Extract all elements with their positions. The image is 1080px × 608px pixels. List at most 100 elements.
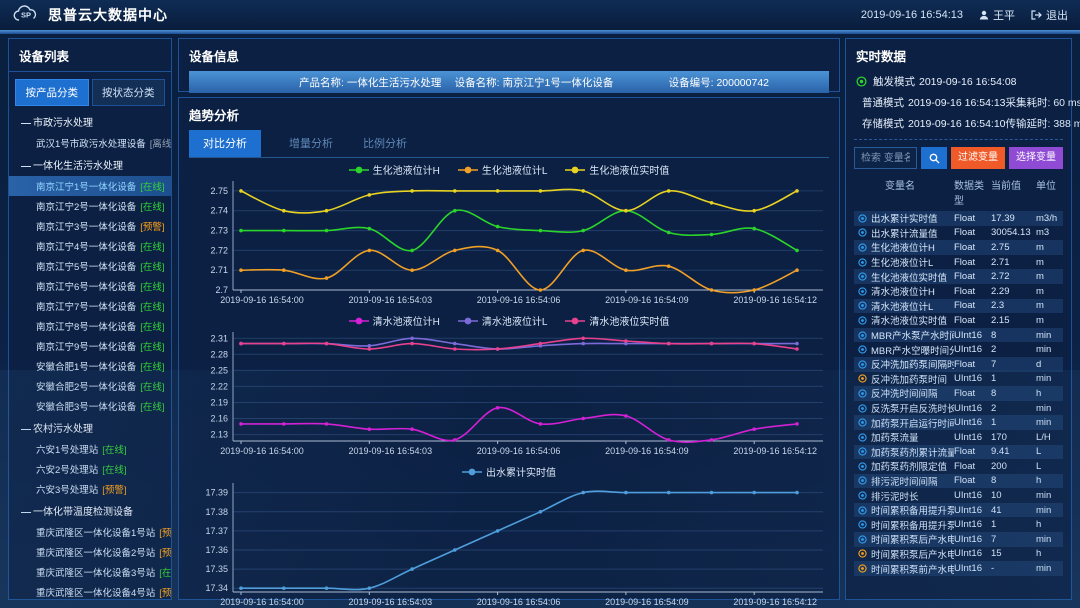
variable-type: UInt16 — [954, 330, 991, 341]
variable-name: 反冲洗加药泵时间 — [871, 372, 954, 386]
search-input[interactable] — [854, 147, 917, 169]
variable-unit: m — [1036, 315, 1063, 326]
device-group[interactable]: —农村污水处理 — [9, 416, 171, 439]
table-row[interactable]: 反洗泵开启反洗时长UInt162min — [854, 401, 1063, 416]
variable-unit: min — [1036, 534, 1063, 545]
device-item[interactable]: 安徽合肥3号一体化设备[在线] — [9, 396, 171, 416]
table-row[interactable]: 反冲洗加药泵间隔时间Float7d — [854, 357, 1063, 372]
filter-variables-button[interactable]: 过滤变量 — [951, 147, 1005, 169]
table-row[interactable]: 出水累计实时值Float17.39m3/h — [854, 211, 1063, 226]
device-item[interactable]: 南京江宁9号一体化设备[在线] — [9, 336, 171, 356]
table-row[interactable]: 反冲洗时间间隔Float8h — [854, 386, 1063, 401]
table-row[interactable]: MBR产水空曝时间分UInt162min — [854, 342, 1063, 357]
legend-marker-icon — [565, 166, 585, 174]
table-row[interactable]: 时间累积泵前产水电动阀分UInt16-min — [854, 561, 1063, 576]
device-item[interactable]: 南京江宁7号一体化设备[在线] — [9, 296, 171, 316]
device-item[interactable]: 六安1号处理站[在线] — [9, 439, 171, 459]
status-badge: [预警] — [102, 485, 126, 496]
device-item[interactable]: 南京江宁6号一体化设备[在线] — [9, 276, 171, 296]
device-item[interactable]: 六安2号处理站[在线] — [9, 459, 171, 479]
device-label: 南京江宁7号一体化设备 — [36, 302, 136, 313]
device-item[interactable]: 南京江宁8号一体化设备[在线] — [9, 316, 171, 336]
table-row[interactable]: 时间累积备用提升泵时UInt161h — [854, 517, 1063, 532]
search-button[interactable] — [921, 147, 947, 169]
svg-text:2.71: 2.71 — [210, 265, 228, 275]
device-item[interactable]: 安徽合肥2号一体化设备[在线] — [9, 376, 171, 396]
table-row[interactable]: 加药泵药剂累计流量Float9.41L — [854, 445, 1063, 460]
legend-item[interactable]: 清水池液位计L — [458, 313, 548, 328]
variable-unit: m — [1036, 271, 1063, 282]
variable-name: 出水累计流量值 — [871, 226, 954, 240]
device-item[interactable]: 南京江宁1号一体化设备[在线] — [9, 176, 171, 196]
search-wrap — [854, 147, 917, 169]
chart-legend: 生化池液位计H 生化池液位计L 生化池液位实时值 — [187, 162, 831, 177]
legend-item[interactable]: 清水池液位计H — [349, 313, 440, 328]
device-label: 六安3号处理站 — [36, 485, 98, 496]
table-row[interactable]: 加药泵开启运行时间UInt161min — [854, 415, 1063, 430]
device-item[interactable]: 南京江宁3号一体化设备[预警] — [9, 216, 171, 236]
device-item[interactable]: 南京江宁5号一体化设备[在线] — [9, 256, 171, 276]
legend-item[interactable]: 生化池液位实时值 — [565, 162, 669, 177]
tab-ratio-analysis[interactable]: 比例分析 — [361, 130, 409, 157]
table-row[interactable]: 时间累积泵后产水电动阀分UInt167min — [854, 532, 1063, 547]
table-row[interactable]: 反冲洗加药泵时间UInt161min — [854, 372, 1063, 387]
device-item[interactable]: 重庆武隆区一体化设备3号站[在线] — [9, 562, 171, 582]
device-item[interactable]: 南京江宁2号一体化设备[在线] — [9, 196, 171, 216]
legend-item[interactable]: 出水累计实时值 — [462, 464, 556, 479]
user-menu[interactable]: 王平 — [979, 7, 1015, 23]
variable-type: UInt16 — [954, 490, 991, 501]
table-row[interactable]: 排污泥时长UInt1610min — [854, 488, 1063, 503]
tab-increment-analysis[interactable]: 增量分析 — [287, 130, 335, 157]
legend-item[interactable]: 生化池液位计L — [458, 162, 548, 177]
table-row[interactable]: 时间累积备用提升泵分UInt1641min — [854, 503, 1063, 518]
biochem-level-chart: 生化池液位计H生化池液位计L生化池液位实时值2.72.712.722.732.7… — [187, 162, 831, 312]
table-row[interactable]: 清水池液位实时值Float2.15m — [854, 313, 1063, 328]
legend-item[interactable]: 生化池液位计H — [349, 162, 440, 177]
device-item[interactable]: 安徽合肥1号一体化设备[在线] — [9, 356, 171, 376]
device-group[interactable]: —一体化带温度检测设备 — [9, 499, 171, 522]
select-variables-button[interactable]: 选择变量 — [1009, 147, 1063, 169]
cloud-logo-icon: SP — [12, 5, 40, 25]
tab-by-product[interactable]: 按产品分类 — [15, 79, 89, 106]
mode-extra: 采集耗时: 60 ms — [1006, 95, 1080, 110]
table-row[interactable]: 出水累计流量值Float30054.13m3 — [854, 226, 1063, 241]
legend-item[interactable]: 清水池液位实时值 — [565, 313, 669, 328]
collapse-minus-icon[interactable]: — — [21, 507, 33, 518]
table-row[interactable]: 清水池液位计HFloat2.29m — [854, 284, 1063, 299]
table-row[interactable]: 生化池液位计LFloat2.71m — [854, 255, 1063, 270]
table-row[interactable]: 时间累积泵后产水电动阀时UInt1615h — [854, 547, 1063, 562]
trend-tabs: 对比分析 增量分析 比例分析 — [189, 130, 829, 158]
table-row[interactable]: MBR产水泵产水时间分UInt168min — [854, 328, 1063, 343]
tab-by-status[interactable]: 按状态分类 — [92, 79, 166, 106]
collapse-minus-icon[interactable]: — — [21, 424, 33, 435]
table-row[interactable]: 加药泵药剂限定值Float200L — [854, 459, 1063, 474]
table-row[interactable]: 生化池液位计HFloat2.75m — [854, 240, 1063, 255]
tab-compare-analysis[interactable]: 对比分析 — [189, 130, 261, 157]
device-label: 武汉1号市政污水处理设备 — [36, 139, 146, 150]
table-row[interactable]: 清水池液位计LFloat2.3m — [854, 299, 1063, 314]
collapse-minus-icon[interactable]: — — [21, 118, 33, 129]
device-item[interactable]: 南京江宁4号一体化设备[在线] — [9, 236, 171, 256]
device-group[interactable]: —市政污水处理 — [9, 110, 171, 133]
mode-status-icon — [856, 76, 867, 87]
variable-type: UInt16 — [954, 548, 991, 559]
collapse-minus-icon[interactable]: — — [21, 161, 33, 172]
logout-button[interactable]: 退出 — [1031, 7, 1068, 23]
table-row[interactable]: 加药泵流量UInt16170L/H — [854, 430, 1063, 445]
device-info-title: 设备信息 — [179, 39, 839, 71]
device-item[interactable]: 重庆武隆区一体化设备4号站[预警] — [9, 582, 171, 602]
table-row[interactable]: 排污泥时间间隔Float8h — [854, 474, 1063, 489]
device-item[interactable]: 重庆武隆区一体化设备1号站[预警] — [9, 522, 171, 542]
device-group[interactable]: —一体化生活污水处理 — [9, 153, 171, 176]
variable-target-icon — [858, 506, 867, 515]
table-row[interactable]: 生化池液位实时值Float2.72m — [854, 269, 1063, 284]
variable-type: UInt16 — [954, 373, 991, 384]
device-item[interactable]: 六安3号处理站 [预警] — [9, 479, 171, 499]
device-item[interactable]: 重庆武隆区一体化设备2号站[预警] — [9, 542, 171, 562]
device-group[interactable]: —美丽乡村污水处理系统 — [9, 602, 171, 608]
trend-chart-svg: 2.132.162.192.222.252.282.312019-09-16 1… — [187, 328, 831, 458]
legend-label: 生化池液位计H — [373, 162, 440, 177]
svg-text:2.7: 2.7 — [215, 285, 228, 295]
device-item[interactable]: 武汉1号市政污水处理设备[离线] — [9, 133, 171, 153]
variable-toolbar: 过滤变量 选择变量 — [846, 144, 1071, 172]
